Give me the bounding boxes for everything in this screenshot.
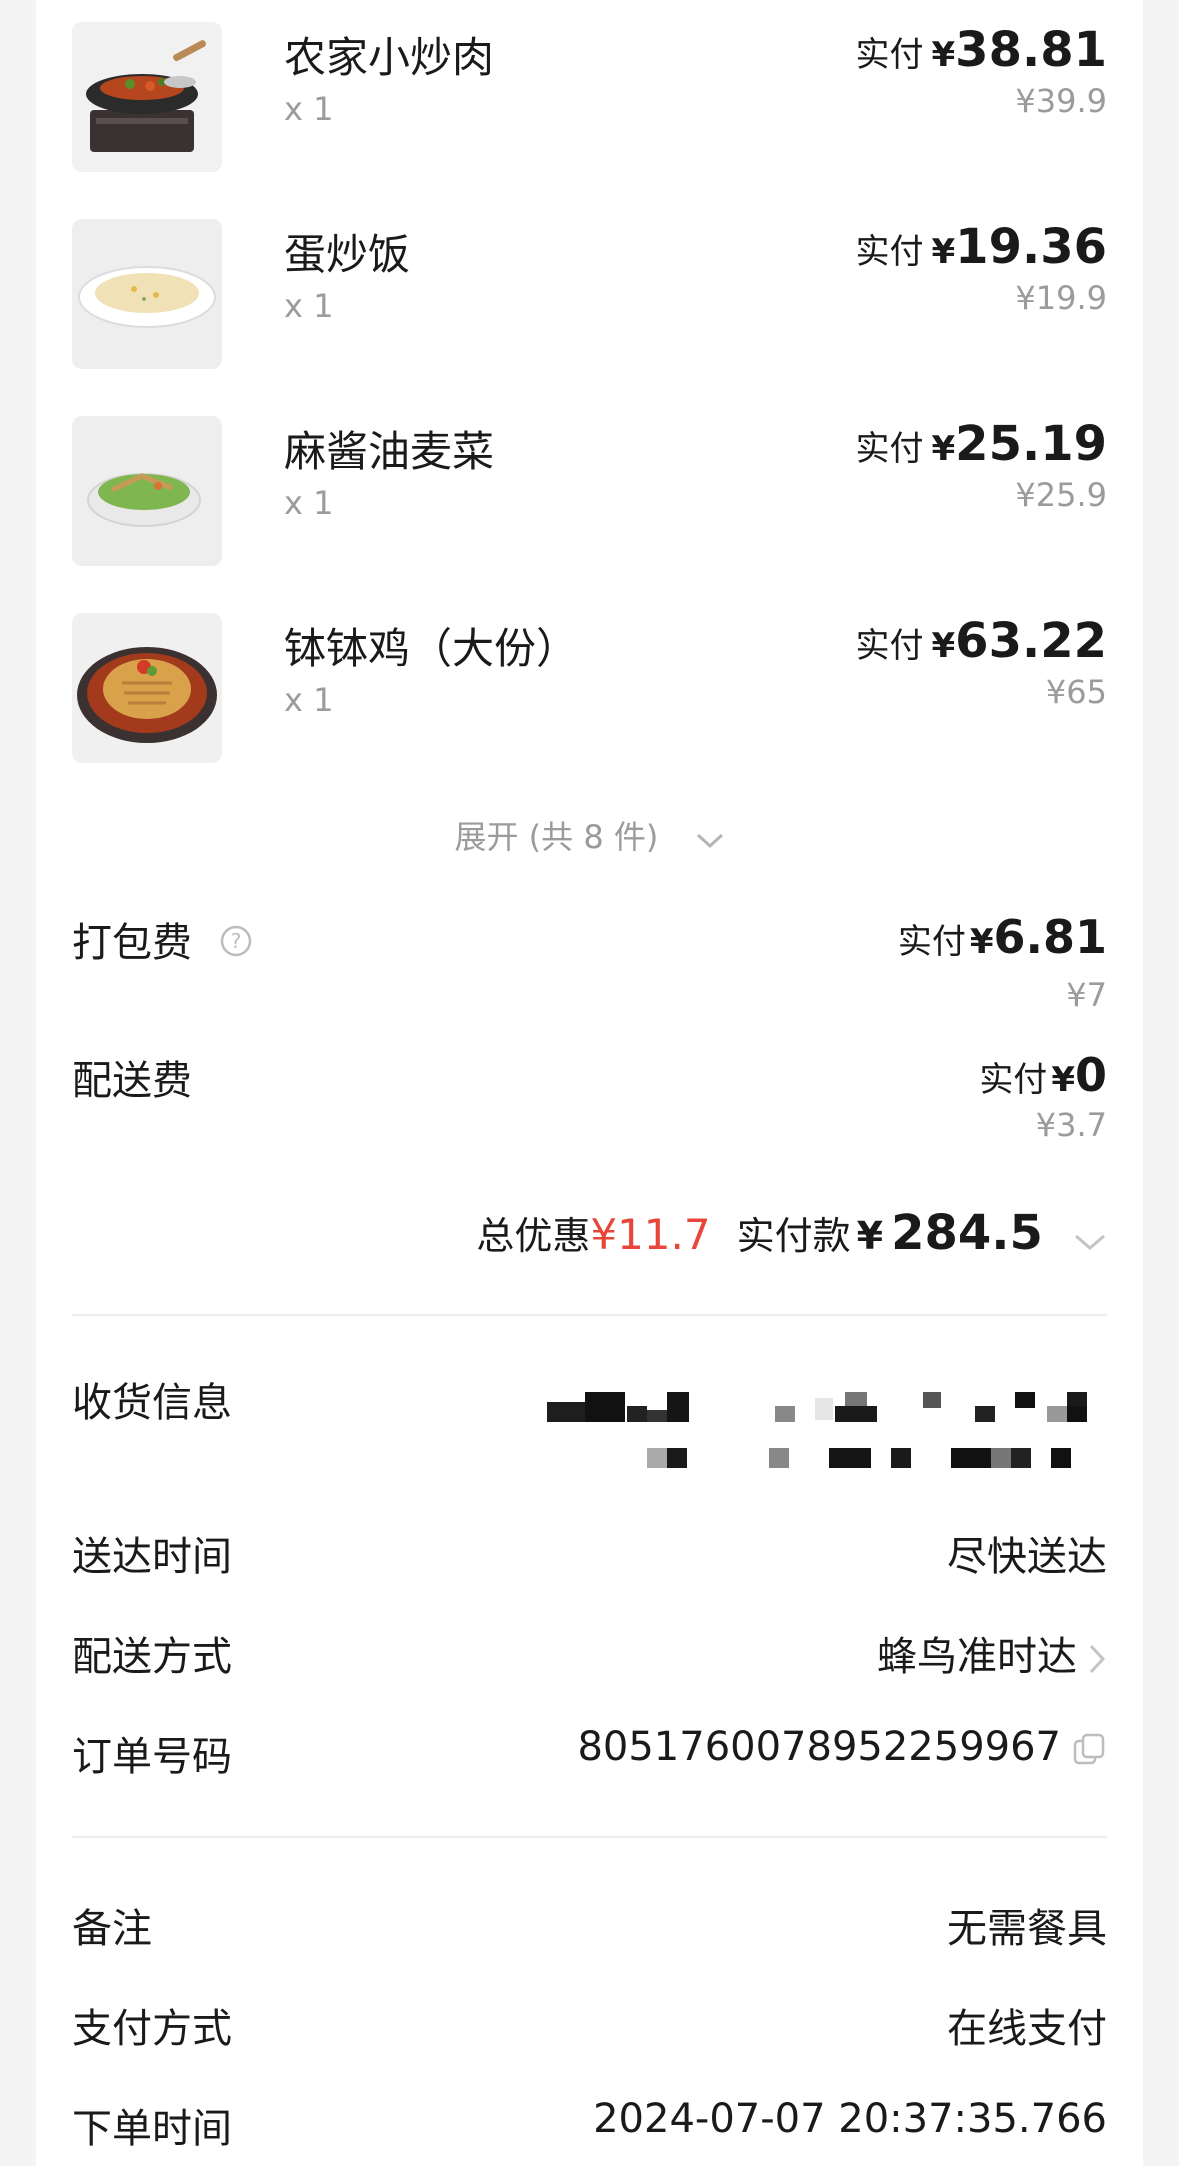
item-name: 蛋炒饭	[284, 230, 411, 279]
paid-label: 实付	[855, 35, 924, 75]
paid-amount: 19.36	[955, 219, 1107, 275]
original-price: ¥65	[1045, 673, 1107, 711]
copy-icon[interactable]	[1071, 1731, 1107, 1767]
note-row: 备注 无需餐具	[72, 1896, 1107, 1956]
delivery-time-value: 尽快送达	[947, 1534, 1107, 1580]
payment-method-label: 支付方式	[72, 2006, 232, 2052]
order-item[interactable]: 农家小炒肉 x 1 实付 ¥38.81 ¥39.9	[72, 22, 1107, 172]
original-price: ¥25.9	[1015, 476, 1107, 514]
order-detail-card: 农家小炒肉 x 1 实付 ¥38.81 ¥39.9 蛋炒饭 x 1 实付 ¥19.3…	[36, 0, 1143, 2166]
divider	[72, 1836, 1107, 1838]
paid-total-label: 实付款	[736, 1214, 851, 1258]
paid-amount: 0	[1074, 1048, 1107, 1102]
delivery-time-row: 送达时间 尽快送达	[72, 1524, 1107, 1584]
delivery-fee-row: 配送费 实付 ¥0 ¥3.7	[72, 1048, 1107, 1158]
order-time-value: 2024-07-07 20:37:35.766	[593, 2096, 1107, 2142]
delivery-method-row[interactable]: 配送方式 蜂鸟准时达	[72, 1624, 1107, 1684]
chevron-down-icon	[1073, 1217, 1107, 1261]
order-number-text: 8051760078952259967	[577, 1724, 1061, 1770]
paid-amount: 63.22	[955, 613, 1107, 669]
item-quantity: x 1	[284, 90, 334, 128]
note-value: 无需餐具	[947, 1906, 1107, 1952]
delivery-method-text: 蜂鸟准时达	[877, 1634, 1077, 1680]
paid-label: 实付	[897, 922, 966, 962]
expand-items-button[interactable]: 展开 (共 8 件)	[36, 812, 1143, 858]
item-quantity: x 1	[284, 681, 334, 719]
discount-label: 总优惠	[476, 1214, 591, 1258]
food-thumbnail	[72, 22, 222, 172]
delivery-method-label: 配送方式	[72, 1634, 232, 1680]
receiver-info-row: 收货信息	[72, 1370, 1107, 1500]
currency-symbol: ¥	[856, 1214, 884, 1258]
currency-symbol: ¥	[969, 922, 994, 962]
payment-method-row: 支付方式 在线支付	[72, 1996, 1107, 2056]
item-price: 实付 ¥19.36 ¥19.9	[856, 219, 1108, 317]
delivery-time-label: 送达时间	[72, 1534, 232, 1580]
original-price: ¥19.9	[1015, 279, 1107, 317]
expand-label: 展开 (共 8 件)	[454, 818, 659, 856]
paid-label: 实付	[855, 626, 924, 666]
item-price: 实付 ¥63.22 ¥65	[856, 613, 1108, 711]
item-quantity: x 1	[284, 287, 334, 325]
order-number-row: 订单号码 8051760078952259967	[72, 1724, 1107, 1784]
paid-total-amount: 284.5	[891, 1205, 1043, 1261]
paid-label: 实付	[855, 232, 924, 272]
order-total-summary[interactable]: 总优惠¥11.7 实付款 ¥284.5	[476, 1205, 1107, 1261]
redacted-receiver-details	[547, 1374, 1107, 1484]
currency-symbol: ¥	[931, 429, 956, 469]
original-price: ¥39.9	[1015, 82, 1107, 120]
help-icon[interactable]: ?	[219, 922, 253, 968]
currency-symbol: ¥	[931, 626, 956, 666]
order-time-label: 下单时间	[72, 2106, 232, 2152]
item-quantity: x 1	[284, 484, 334, 522]
food-thumbnail	[72, 416, 222, 566]
paid-label: 实付	[979, 1060, 1048, 1100]
currency-symbol: ¥	[931, 232, 956, 272]
currency-symbol: ¥	[1051, 1060, 1075, 1100]
payment-method-value: 在线支付	[947, 2006, 1107, 2052]
receiver-info-label: 收货信息	[72, 1380, 232, 1426]
discount-value: ¥11.7	[590, 1210, 711, 1259]
item-name: 农家小炒肉	[284, 33, 495, 82]
svg-text:?: ?	[230, 929, 241, 953]
packing-fee-price: 实付 ¥6.81	[898, 910, 1107, 964]
order-item[interactable]: 蛋炒饭 x 1 实付 ¥19.36 ¥19.9	[72, 219, 1107, 369]
packing-fee-label: 打包费	[72, 920, 192, 966]
divider	[72, 1314, 1107, 1316]
item-price: 实付 ¥25.19 ¥25.9	[856, 416, 1108, 514]
note-label: 备注	[72, 1906, 152, 1952]
item-name: 麻酱油麦菜	[284, 427, 495, 476]
order-item[interactable]: 麻酱油麦菜 x 1 实付 ¥25.19 ¥25.9	[72, 416, 1107, 566]
packing-fee-row: 打包费 ? 实付 ¥6.81 ¥7	[72, 910, 1107, 1020]
item-price: 实付 ¥38.81 ¥39.9	[856, 22, 1108, 120]
chevron-right-icon	[1089, 1644, 1106, 1674]
paid-amount: 25.19	[955, 416, 1107, 472]
delivery-fee-price: 实付 ¥0	[979, 1048, 1107, 1102]
paid-label: 实付	[855, 429, 924, 469]
food-thumbnail	[72, 613, 222, 763]
delivery-method-value[interactable]: 蜂鸟准时达	[877, 1624, 1107, 1682]
paid-amount: 38.81	[955, 22, 1107, 78]
original-price: ¥3.7	[1035, 1106, 1107, 1144]
food-thumbnail	[72, 219, 222, 369]
chevron-down-icon	[695, 820, 725, 858]
order-item[interactable]: 钵钵鸡（大份） x 1 实付 ¥63.22 ¥65	[72, 613, 1107, 763]
order-number-value: 8051760078952259967	[577, 1724, 1107, 1770]
order-time-row: 下单时间 2024-07-07 20:37:35.766	[72, 2096, 1107, 2156]
delivery-fee-label: 配送费	[72, 1058, 192, 1104]
currency-symbol: ¥	[931, 35, 956, 75]
original-price: ¥7	[1066, 976, 1107, 1014]
paid-amount: 6.81	[993, 910, 1108, 964]
order-number-label: 订单号码	[72, 1734, 232, 1780]
item-name: 钵钵鸡（大份）	[284, 624, 579, 673]
